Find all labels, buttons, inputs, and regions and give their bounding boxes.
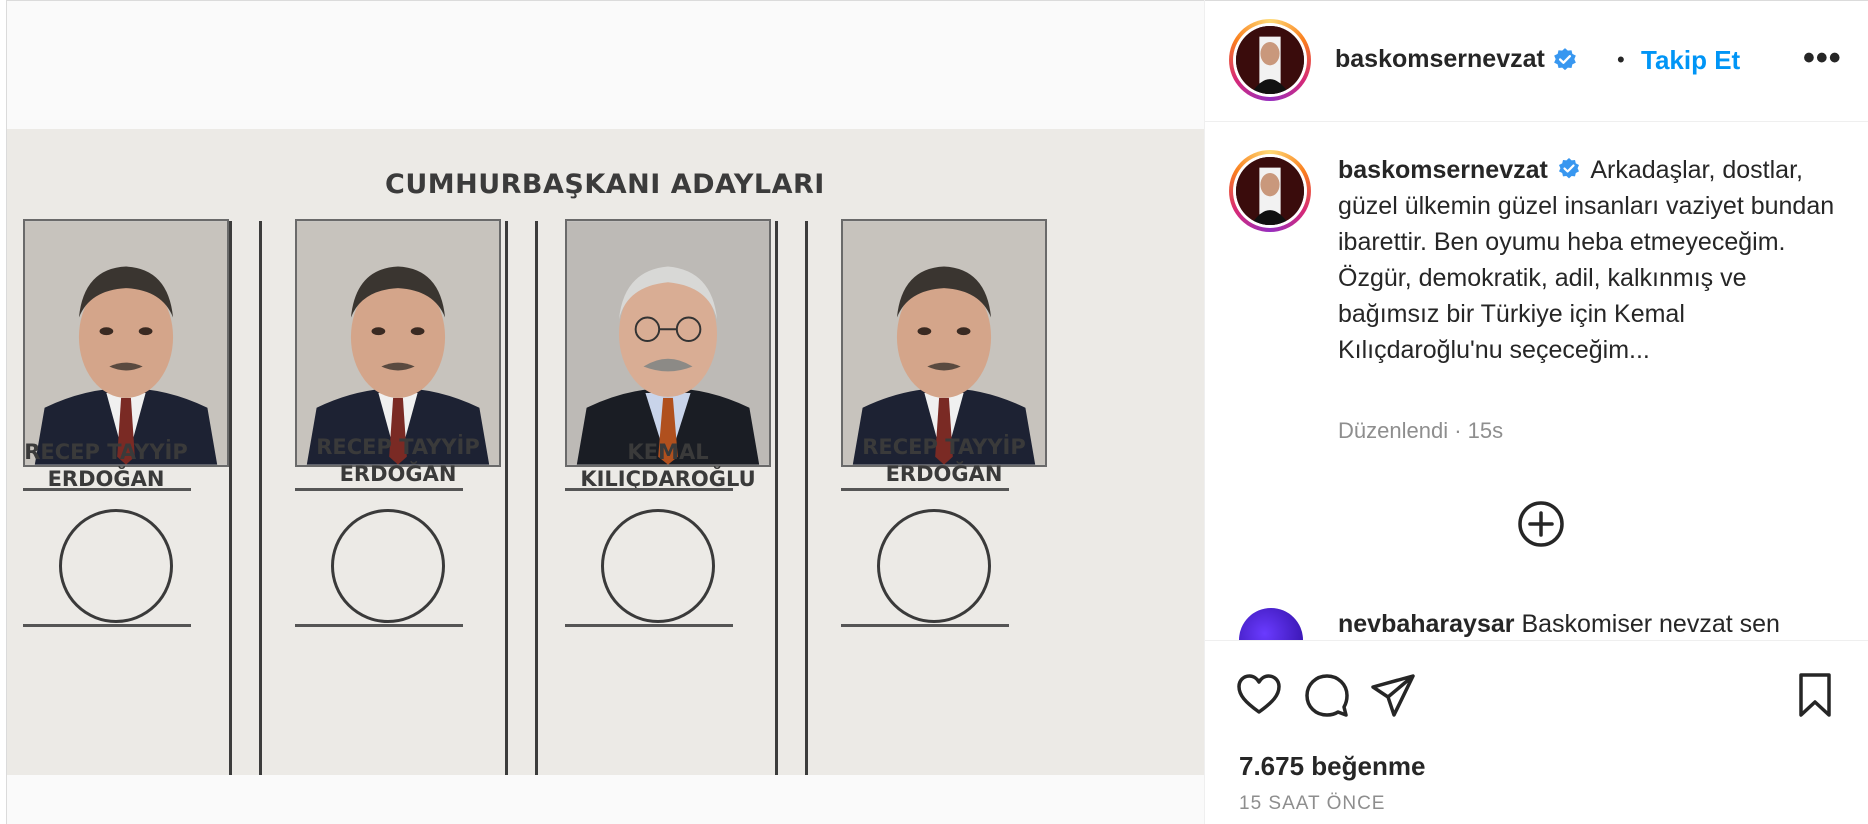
candidate-name-line1: KEMAL: [627, 440, 709, 464]
ballot-title: CUMHURBAŞKANI ADAYLARI: [385, 169, 825, 200]
ballot-divider: [535, 221, 538, 775]
ballot-divider: [229, 221, 232, 775]
post-side-panel: baskomsernevzat • Takip Et ••• baskomser…: [1204, 0, 1868, 824]
comment-item: nevbaharaysar Baskomiser nevzat sen: [1338, 610, 1780, 639]
header-separator: •: [1617, 47, 1625, 72]
candidate-name: RECEP TAYYİP ERDOĞAN: [288, 434, 508, 488]
comment-text: Baskomiser nevzat sen: [1521, 610, 1780, 638]
ballot-rule: [841, 624, 1009, 627]
post-media[interactable]: CUMHURBAŞKANI ADAYLARI RECEP TAYYİP ERDO…: [6, 0, 1204, 824]
ballot-rule: [565, 624, 733, 627]
post-actions: 7.675 beğenme 15 SAAT ÖNCE: [1205, 640, 1868, 824]
ballot-divider: [505, 221, 508, 775]
candidate-name-line1: RECEP TAYYİP: [24, 440, 188, 464]
candidate-portrait: [567, 221, 769, 465]
candidate-photo: [295, 219, 501, 467]
author-username[interactable]: baskomsernevzat: [1335, 45, 1578, 74]
candidate-name: RECEP TAYYİP ERDOĞAN: [7, 439, 216, 493]
commenter-avatar[interactable]: [1239, 608, 1303, 640]
author-username-text[interactable]: baskomsernevzat: [1335, 45, 1545, 73]
vote-circle: [331, 509, 445, 623]
author-avatar[interactable]: [1229, 19, 1311, 101]
vote-circle: [601, 509, 715, 623]
ballot-rule: [841, 488, 1009, 491]
candidate-photo: [565, 219, 771, 467]
ballot-divider: [259, 221, 262, 775]
ballot-rule: [295, 488, 463, 491]
heart-icon[interactable]: [1235, 671, 1283, 719]
comment-icon[interactable]: [1303, 671, 1351, 719]
instagram-post-window: CUMHURBAŞKANI ADAYLARI RECEP TAYYİP ERDO…: [0, 0, 1868, 824]
caption-username[interactable]: baskomsernevzat: [1338, 156, 1548, 184]
ballot-divider: [805, 221, 808, 775]
ballot-rule: [23, 624, 191, 627]
add-comment-icon[interactable]: [1517, 500, 1565, 548]
candidate-name-line1: RECEP TAYYİP: [862, 435, 1026, 459]
follow-button[interactable]: Takip Et: [1641, 45, 1740, 76]
ballot-rule: [565, 488, 733, 491]
candidate-photo: [841, 219, 1047, 467]
vote-circle: [59, 509, 173, 623]
ballot-image: CUMHURBAŞKANI ADAYLARI RECEP TAYYİP ERDO…: [7, 129, 1204, 775]
candidate-portrait: [843, 221, 1045, 465]
verified-icon: [1553, 48, 1576, 71]
candidate-portrait: [297, 221, 499, 465]
vote-circle: [877, 509, 991, 623]
candidate-portrait: [25, 221, 227, 465]
verified-icon: [1558, 158, 1579, 179]
ballot-rule: [23, 488, 191, 491]
candidate-name-line1: RECEP TAYYİP: [316, 435, 480, 459]
comment-username[interactable]: nevbaharaysar: [1338, 610, 1515, 638]
post-timestamp[interactable]: 15 SAAT ÖNCE: [1239, 793, 1385, 815]
caption-meta: Düzenlendi · 15s: [1338, 418, 1504, 443]
like-count[interactable]: 7.675 beğenme: [1239, 751, 1425, 782]
comments-area[interactable]: baskomsernevzat Arkadaşlar, dostlar, güz…: [1205, 122, 1868, 640]
caption-text: Arkadaşlar, dostlar, güzel ülkemin güzel…: [1338, 156, 1835, 364]
post-header: baskomsernevzat • Takip Et •••: [1205, 0, 1868, 122]
candidate-name-line2: ERDOĞAN: [339, 462, 457, 486]
more-icon[interactable]: •••: [1803, 39, 1842, 78]
candidate-name: KEMAL KILIÇDAROĞLU: [558, 439, 778, 493]
bookmark-icon[interactable]: [1791, 671, 1839, 719]
ballot-rule: [295, 624, 463, 627]
post-caption: baskomsernevzat Arkadaşlar, dostlar, güz…: [1338, 152, 1838, 368]
caption-avatar[interactable]: [1229, 150, 1311, 232]
share-icon[interactable]: [1369, 671, 1417, 719]
candidate-photo: [23, 219, 229, 467]
candidate-name-line2: ERDOĞAN: [885, 462, 1003, 486]
candidate-name: RECEP TAYYİP ERDOĞAN: [834, 434, 1054, 488]
ballot-divider: [775, 221, 778, 775]
avatar-image: [1236, 26, 1304, 94]
avatar-image: [1236, 157, 1304, 225]
